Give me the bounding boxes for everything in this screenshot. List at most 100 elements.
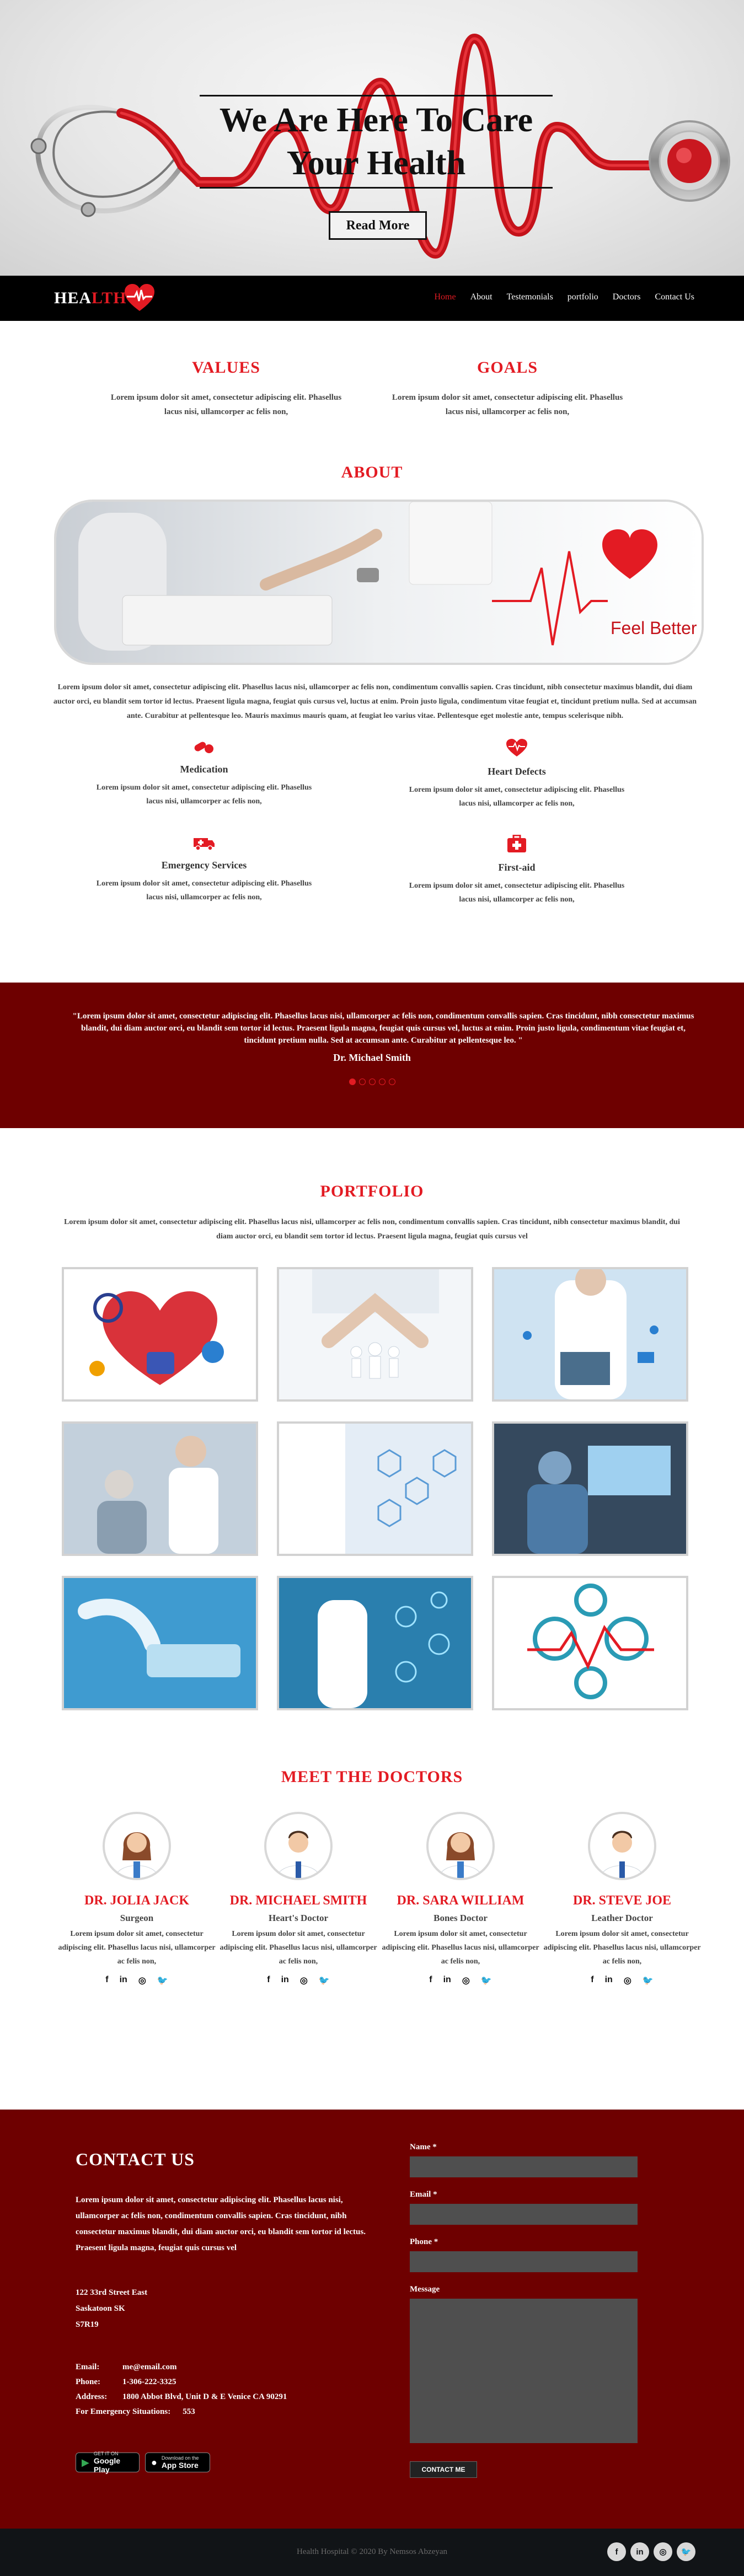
twitter-icon[interactable]: 🐦 [643, 1975, 654, 1986]
testimonial-author: Dr. Michael Smith [333, 1052, 411, 1063]
linkedin-icon[interactable]: in [443, 1975, 451, 1986]
values-text: Lorem ipsum dolor sit amet, consectetur … [110, 393, 342, 416]
contact-section: CONTACT US Lorem ipsum dolor sit amet, c… [0, 2110, 744, 2529]
nav-links: Home About Testemonials portfolio Doctor… [434, 292, 694, 302]
phone-field[interactable] [410, 2251, 638, 2272]
email-value[interactable]: me@email.com [122, 2360, 177, 2375]
carousel-dot[interactable] [349, 1078, 356, 1085]
portfolio-item-care-hands[interactable] [277, 1267, 473, 1402]
doctor-socials: f in ◎ 🐦 [381, 1975, 540, 1986]
linkedin-icon[interactable]: in [630, 2542, 649, 2561]
twitter-icon[interactable]: 🐦 [157, 1975, 168, 1986]
address-line: S7R19 [76, 2320, 99, 2329]
instagram-icon[interactable]: ◎ [300, 1975, 308, 1986]
linkedin-icon[interactable]: in [605, 1975, 613, 1986]
values-column: VALUES Lorem ipsum dolor sit amet, conse… [110, 358, 342, 419]
hero-title-line-1: We Are Here To Care [219, 101, 533, 139]
facebook-icon[interactable]: f [591, 1975, 593, 1986]
carousel-dot[interactable] [378, 1078, 386, 1085]
doctor-socials: f in ◎ 🐦 [542, 1975, 702, 1986]
contact-me-button[interactable]: CONTACT ME [410, 2461, 477, 2478]
app-store-badge[interactable]: ● Download on the App Store [145, 2452, 210, 2472]
hero-title: We Are Here To Care Your Health [200, 96, 553, 187]
doctor-card: DR. STEVE JOE Leather Doctor Lorem ipsum… [542, 1812, 702, 1986]
service-text: Lorem ipsum dolor sit amet, consectetur … [409, 882, 625, 904]
doctor-name: DR. JOLIA JACK [84, 1893, 190, 1908]
address-line: 122 33rd Street East [76, 2288, 148, 2297]
portfolio-item-healthcare-heart[interactable] [62, 1267, 258, 1402]
google-play-small-text: GET IT ON [93, 2451, 119, 2456]
instagram-icon[interactable]: ◎ [462, 1975, 470, 1986]
doctor-text: Lorem ipsum dolor sit amet, consectetur … [382, 1930, 539, 1966]
apple-icon: ● [151, 2456, 157, 2468]
doctor-text: Lorem ipsum dolor sit amet, consectetur … [543, 1930, 701, 1966]
portfolio-item-digital-health[interactable] [277, 1421, 473, 1556]
phone-row: Phone: 1-306-222-3325 [76, 2375, 287, 2390]
nav-link-doctors[interactable]: Doctors [613, 292, 641, 302]
logo-text-white: HEA [54, 289, 92, 307]
name-field[interactable] [410, 2156, 638, 2177]
carousel-dot[interactable] [358, 1078, 366, 1085]
site-logo[interactable]: HEALTH [54, 289, 127, 308]
service-emergency: Emergency Services Lorem ipsum dolor sit… [88, 835, 320, 904]
message-field-label: Message [410, 2285, 440, 2294]
contact-text: Lorem ipsum dolor sit amet, consectetur … [76, 2196, 366, 2252]
twitter-icon[interactable]: 🐦 [319, 1975, 330, 1986]
heart-pulse-icon [125, 284, 154, 311]
ambulance-icon [194, 838, 215, 851]
twitter-icon[interactable]: 🐦 [481, 1975, 492, 1986]
portfolio-item-patient-visit[interactable] [62, 1421, 258, 1556]
values-goals-section: VALUES Lorem ipsum dolor sit amet, conse… [0, 321, 744, 453]
avatar [103, 1812, 171, 1880]
phone-value[interactable]: 1-306-222-3325 [122, 2375, 176, 2390]
avatar [426, 1812, 495, 1880]
goals-text: Lorem ipsum dolor sit amet, consectetur … [392, 393, 623, 416]
twitter-icon[interactable]: 🐦 [677, 2542, 695, 2561]
nav-link-home[interactable]: Home [434, 292, 456, 302]
service-medication: Medication Lorem ipsum dolor sit amet, c… [88, 739, 320, 808]
instagram-icon[interactable]: ◎ [138, 1975, 146, 1986]
nav-link-portfolio[interactable]: portfolio [568, 292, 598, 302]
google-play-icon: ▶ [82, 2456, 89, 2468]
doctor-socials: f in ◎ 🐦 [218, 1975, 378, 1986]
read-more-button[interactable]: Read More [329, 211, 427, 240]
nav-link-about[interactable]: About [470, 292, 493, 302]
footer-socials: f in ◎ 🐦 [607, 2542, 695, 2561]
app-store-text: App Store [161, 2461, 199, 2470]
service-text: Lorem ipsum dolor sit amet, consectetur … [96, 879, 312, 901]
service-title: Medication [180, 764, 228, 775]
portfolio-item-doctor-tablet[interactable] [492, 1267, 688, 1402]
portfolio-intro: Lorem ipsum dolor sit amet, consectetur … [64, 1218, 680, 1241]
linkedin-icon[interactable]: in [120, 1975, 127, 1986]
instagram-icon[interactable]: ◎ [654, 2542, 672, 2561]
doctor-card: DR. SARA WILLIAM Bones Doctor Lorem ipsu… [381, 1812, 540, 1986]
instagram-icon[interactable]: ◎ [624, 1975, 631, 1986]
hero-bottom-rule [200, 187, 553, 189]
portfolio-item-medical-network[interactable] [277, 1576, 473, 1710]
nav-link-testimonials[interactable]: Testemonials [507, 292, 553, 302]
facebook-icon[interactable]: f [267, 1975, 270, 1986]
facebook-icon[interactable]: f [429, 1975, 432, 1986]
main-navbar: HEALTH Home About Testemonials portfolio… [0, 276, 744, 321]
google-play-badge[interactable]: ▶ GET IT ON Google Play [76, 2451, 140, 2474]
copyright-bar: Health Hospital © 2020 By Nemsos Abzeyan… [0, 2529, 744, 2576]
email-field[interactable] [410, 2204, 638, 2225]
carousel-dot[interactable] [368, 1078, 376, 1085]
nav-link-contact[interactable]: Contact Us [655, 292, 694, 302]
doctor-card: DR. JOLIA JACK Surgeon Lorem ipsum dolor… [57, 1812, 217, 1986]
linkedin-icon[interactable]: in [281, 1975, 289, 1986]
portfolio-item-surgeon-monitor[interactable] [492, 1421, 688, 1556]
facebook-icon[interactable]: f [607, 2542, 626, 2561]
testimonials-section: "Lorem ipsum dolor sit amet, consectetur… [0, 983, 744, 1128]
portfolio-item-health-icons[interactable] [492, 1576, 688, 1710]
message-field[interactable] [410, 2299, 638, 2443]
carousel-dot[interactable] [388, 1078, 395, 1085]
logo-text-red: LTH [92, 289, 127, 307]
doctor-role: Bones Doctor [433, 1913, 488, 1923]
facebook-icon[interactable]: f [105, 1975, 108, 1986]
emergency-value: 553 [183, 2407, 195, 2416]
doctor-name: DR. MICHAEL SMITH [229, 1893, 367, 1908]
hero-title-block: We Are Here To Care Your Health [200, 95, 553, 189]
portfolio-item-lab-gloves[interactable] [62, 1576, 258, 1710]
pills-icon [194, 742, 213, 753]
